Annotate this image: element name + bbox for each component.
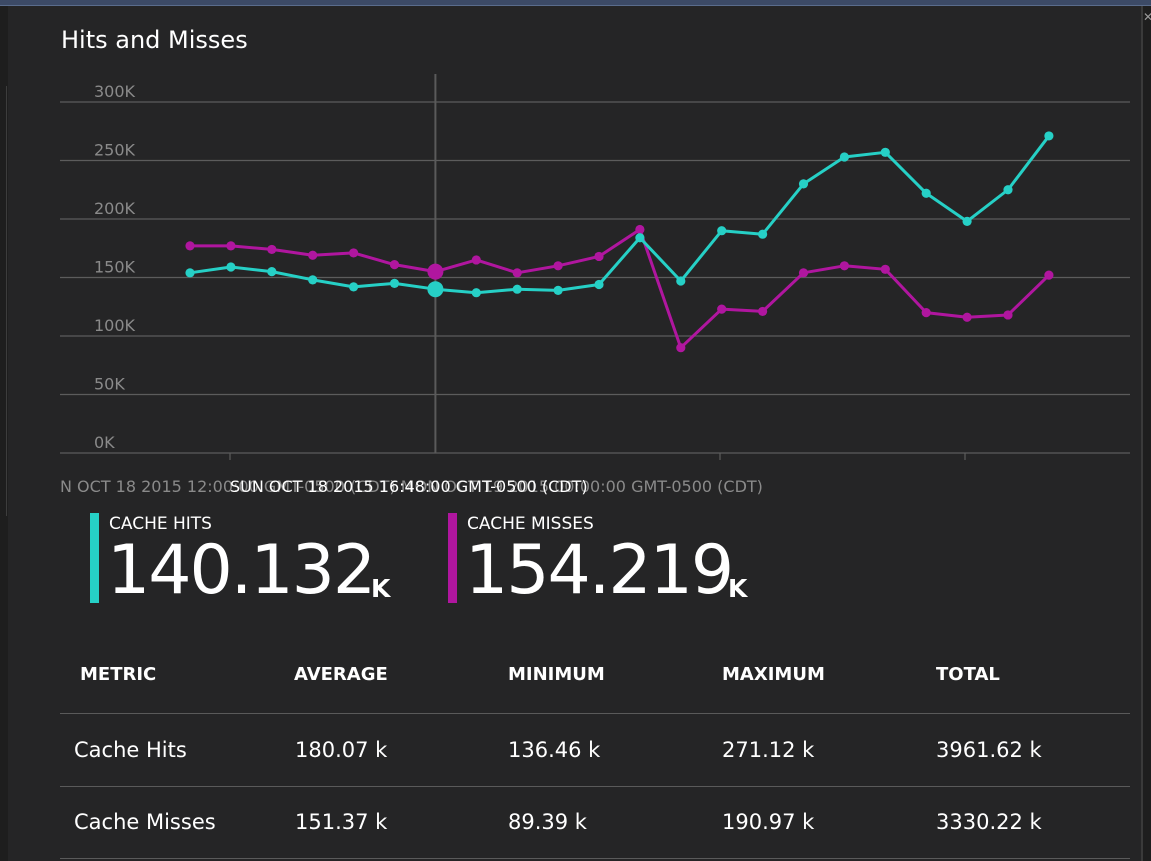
cache-hits-unit: K: [371, 574, 391, 603]
cache-misses-value: 154.219: [465, 531, 734, 610]
data-point: [226, 262, 236, 272]
y-tick-label: 200K: [94, 199, 136, 218]
data-point: [839, 261, 850, 271]
data-point: [921, 308, 931, 318]
data-point: [512, 268, 522, 278]
y-tick-label: 0K: [94, 433, 115, 452]
row-misses-total: 3330.22 k: [936, 810, 1042, 834]
row-misses-metric: Cache Misses: [74, 810, 216, 834]
data-point: [349, 282, 359, 292]
series-line: [189, 135, 1051, 295]
data-point: [880, 264, 890, 274]
header-average: AVERAGE: [294, 664, 388, 685]
data-point: [1003, 310, 1013, 320]
data-point: [349, 248, 359, 258]
data-point: [798, 268, 809, 278]
data-point: [1044, 131, 1054, 141]
data-point: [635, 224, 645, 235]
data-point: [880, 147, 890, 157]
data-point: [921, 188, 931, 198]
data-point: [553, 261, 563, 271]
row-divider: [60, 858, 1130, 859]
data-point: [226, 241, 236, 251]
data-point: [676, 343, 686, 353]
hits-accent-bar: [90, 513, 99, 603]
data-point: [839, 152, 850, 162]
data-point: [676, 276, 686, 286]
data-point: [308, 250, 318, 260]
data-point: [798, 179, 809, 189]
line-chart[interactable]: 300K 250K 200K 150K 100K 50K 0K: [0, 0, 1151, 470]
data-point: [471, 288, 481, 298]
y-tick-label: 300K: [94, 82, 136, 101]
data-point: [512, 284, 522, 294]
data-point: [962, 312, 972, 322]
series-line: [190, 228, 1050, 350]
header-divider: [60, 713, 1130, 714]
data-point: [267, 267, 277, 277]
data-point: [1003, 185, 1013, 195]
row-misses-average: 151.37 k: [295, 810, 388, 834]
data-point: [1044, 270, 1054, 280]
cache-misses-unit: K: [728, 574, 748, 603]
data-point: [553, 285, 563, 295]
y-tick-label: 50K: [94, 375, 125, 394]
data-point: [185, 268, 195, 278]
cache-hits-value: 140.132: [107, 531, 376, 610]
cache-misses-tile[interactable]: CACHE MISSES 154.219 K: [448, 513, 778, 610]
hover-timestamp: SUN OCT 18 2015 16:48:00 GMT-0500 (CDT): [230, 477, 588, 496]
row-divider: [60, 786, 1130, 787]
data-point: [308, 275, 318, 285]
row-misses-maximum: 190.97 k: [722, 810, 815, 834]
data-point: [427, 281, 444, 298]
cache-hits-tile[interactable]: CACHE HITS 140.132 K: [90, 513, 420, 610]
row-hits-average: 180.07 k: [295, 738, 388, 762]
y-tick-label: 100K: [94, 316, 136, 335]
y-tick-label: 150K: [94, 258, 136, 277]
row-misses-minimum: 89.39 k: [508, 810, 587, 834]
data-point: [389, 260, 400, 270]
data-point: [962, 216, 972, 226]
data-point: [427, 263, 444, 280]
row-hits-minimum: 136.46 k: [508, 738, 601, 762]
data-point: [717, 304, 727, 314]
data-point: [758, 306, 768, 317]
row-hits-total: 3961.62 k: [936, 738, 1042, 762]
data-point: [758, 229, 768, 239]
misses-accent-bar: [448, 513, 457, 603]
row-hits-maximum: 271.12 k: [722, 738, 815, 762]
data-point: [185, 241, 195, 251]
y-tick-label: 250K: [94, 141, 136, 160]
header-total: TOTAL: [936, 664, 1000, 685]
data-point: [267, 244, 277, 255]
data-point: [635, 233, 645, 243]
header-metric: METRIC: [80, 664, 157, 685]
row-hits-metric: Cache Hits: [74, 738, 187, 762]
data-point: [471, 255, 481, 265]
data-point: [594, 279, 604, 290]
data-point: [389, 278, 400, 288]
header-minimum: MINIMUM: [508, 664, 605, 685]
header-maximum: MAXIMUM: [722, 664, 825, 685]
data-point: [594, 251, 604, 262]
data-point: [717, 226, 727, 236]
